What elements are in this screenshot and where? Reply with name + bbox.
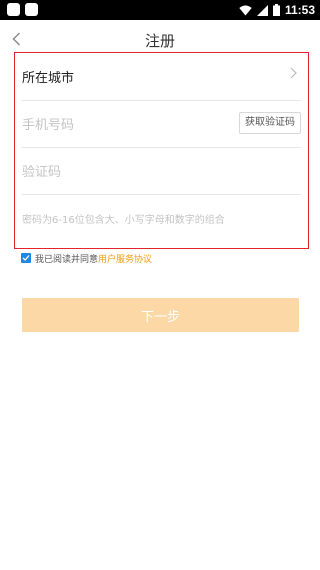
check-icon (22, 255, 30, 261)
agreement-checkbox[interactable] (21, 253, 31, 263)
page-title: 注册 (144, 32, 175, 50)
agreement-row: 我已阅读并同意 用户服务协议 (21, 252, 152, 265)
password-placeholder: 密码为6-16位包含大、小写字母和数字的组合 (22, 215, 225, 226)
registration-form: 所在城市 手机号码 获取验证码 验证码 密码为6-16位包含大、小写字母和数字的… (14, 52, 309, 249)
next-button[interactable]: 下一步 (22, 298, 299, 332)
status-bar: 11:53 (0, 0, 320, 20)
phone-placeholder: 手机号码 (22, 118, 75, 133)
signal-icon (256, 4, 268, 16)
battery-icon (272, 4, 280, 16)
code-placeholder: 验证码 (22, 165, 62, 180)
wifi-icon (239, 5, 252, 15)
app-square-icon (7, 3, 20, 16)
status-time: 11:53 (284, 3, 315, 17)
verification-code-field[interactable]: 验证码 (22, 147, 301, 195)
city-label: 所在城市 (22, 71, 75, 86)
app-square-icon (25, 3, 38, 16)
chevron-right-icon (290, 67, 297, 79)
phone-field[interactable]: 手机号码 获取验证码 (22, 100, 301, 148)
agreement-text: 我已阅读并同意 (35, 254, 99, 265)
status-icons: 11:53 (239, 2, 315, 18)
agreement-link[interactable]: 用户服务协议 (98, 252, 152, 265)
password-field[interactable]: 密码为6-16位包含大、小写字母和数字的组合 (22, 194, 301, 241)
city-selector[interactable]: 所在城市 (22, 53, 301, 101)
get-code-button[interactable]: 获取验证码 (239, 112, 301, 134)
